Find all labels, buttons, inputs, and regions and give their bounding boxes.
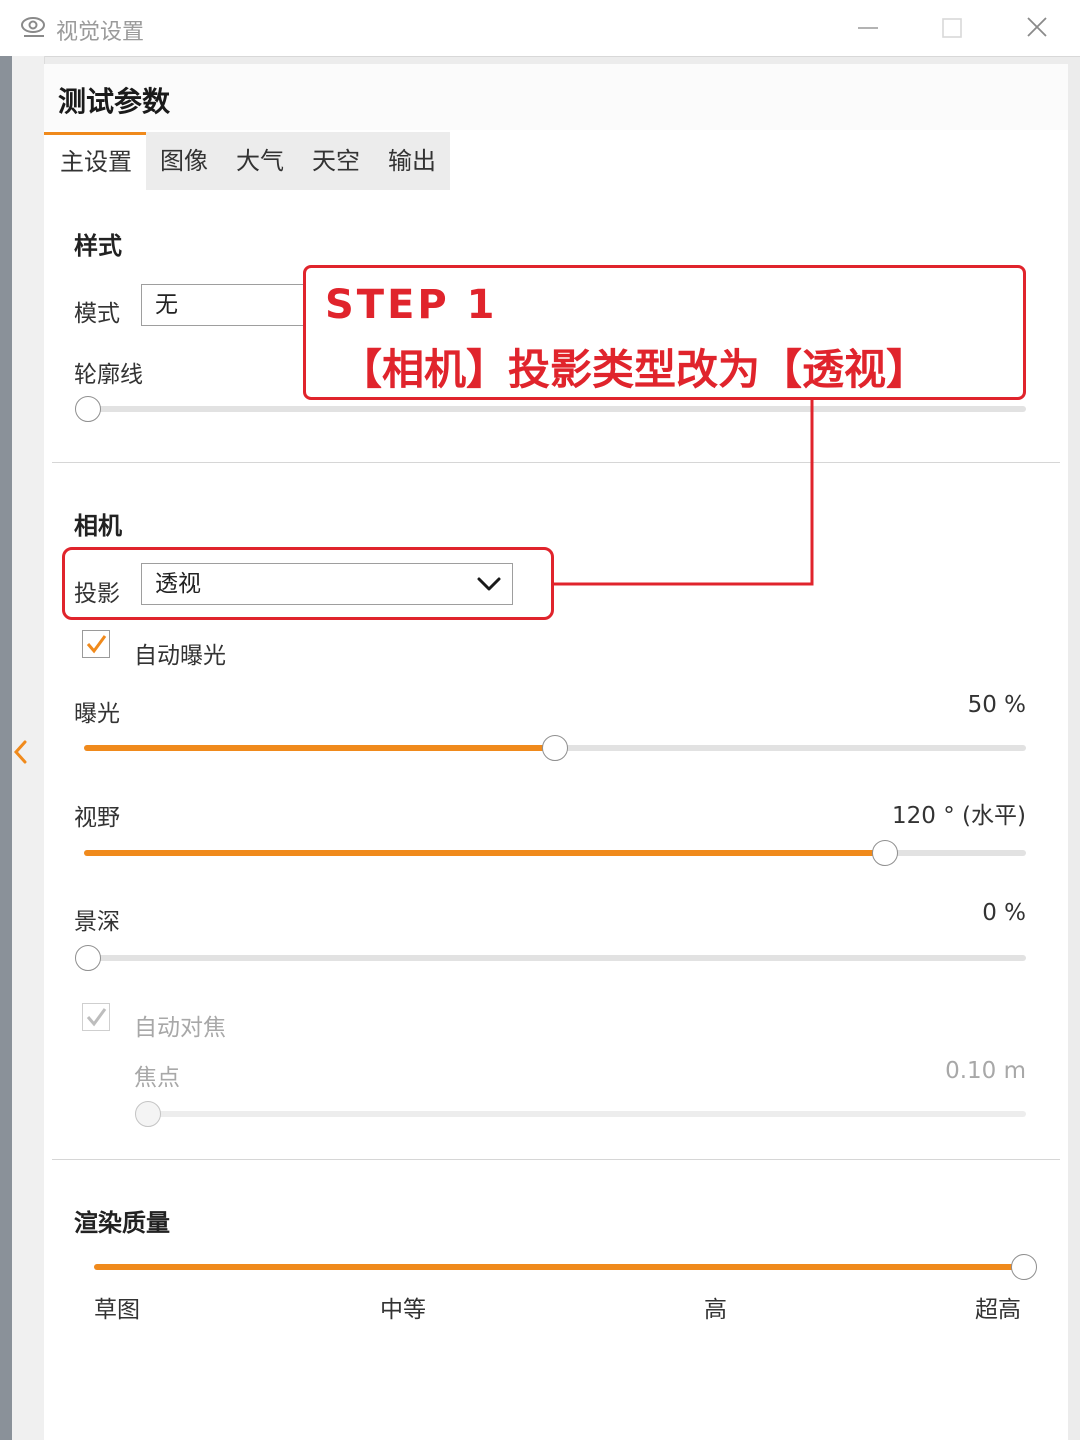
callout-connector [554,400,814,586]
fov-slider-fill [84,850,885,856]
depth-of-field-value: 0 % [982,900,1026,926]
render-level-draft[interactable]: 草图 [94,1290,140,1324]
render-quality-slider-knob[interactable] [1011,1254,1037,1280]
render-level-high[interactable]: 高 [704,1290,727,1324]
eye-icon [21,17,45,37]
chevron-left-icon[interactable] [12,738,30,766]
autofocus-label: 自动对焦 [134,1015,226,1041]
minimize-icon[interactable] [856,16,880,40]
render-level-ultra[interactable]: 超高 [975,1290,1021,1324]
style-section-title: 样式 [74,232,122,260]
exposure-slider-knob[interactable] [542,735,568,761]
render-quality-slider-track[interactable] [94,1264,1026,1270]
focus-value: 0.10 m [945,1058,1026,1084]
tab-atmosphere[interactable]: 大气 [222,132,298,190]
depth-of-field-slider-knob[interactable] [75,945,101,971]
checkmark-icon [86,635,107,654]
focus-label: 焦点 [134,1065,180,1091]
title-bar [0,0,1080,57]
focus-slider-knob[interactable] [135,1101,161,1127]
tab-main-settings[interactable]: 主设置 [44,132,146,193]
render-level-medium[interactable]: 中等 [380,1290,426,1324]
auto-exposure-label: 自动曝光 [134,643,226,669]
autofocus-checkbox[interactable] [82,1003,110,1031]
outline-label: 轮廓线 [74,362,143,388]
camera-section-title: 相机 [74,512,122,540]
exposure-value: 50 % [967,692,1026,718]
exposure-label: 曝光 [74,701,120,727]
exposure-slider-fill [84,745,555,751]
depth-of-field-label: 景深 [74,909,120,935]
mode-select-value: 无 [155,292,178,318]
projection-highlight-box [62,547,554,620]
render-quality-slider-fill [94,1264,1026,1270]
tab-bar: 主设置 图像 大气 天空 输出 [44,132,450,193]
panel-title: 测试参数 [58,85,171,118]
annotation-text: 【相机】投影类型改为【透视】 [340,345,929,394]
focus-slider-track[interactable] [148,1111,1026,1117]
panel-header [44,64,1068,130]
annotation-step: STEP 1 [325,282,498,328]
outline-slider-knob[interactable] [75,396,101,422]
checkmark-icon [86,1008,107,1027]
tab-image[interactable]: 图像 [146,132,222,190]
maximize-icon[interactable] [940,16,964,40]
section-divider [52,1159,1060,1160]
window-title: 视觉设置 [56,20,145,45]
render-quality-title: 渲染质量 [74,1209,170,1237]
auto-exposure-checkbox[interactable] [82,630,110,658]
background-strip [0,56,12,1440]
fov-slider-knob[interactable] [872,840,898,866]
depth-of-field-slider-track[interactable] [88,955,1026,961]
fov-label: 视野 [74,805,120,831]
tab-sky[interactable]: 天空 [298,132,374,190]
close-icon[interactable] [1025,15,1049,39]
tab-output[interactable]: 输出 [374,132,450,190]
mode-label: 模式 [74,301,120,327]
fov-value: 120 ° (水平) [892,803,1026,829]
